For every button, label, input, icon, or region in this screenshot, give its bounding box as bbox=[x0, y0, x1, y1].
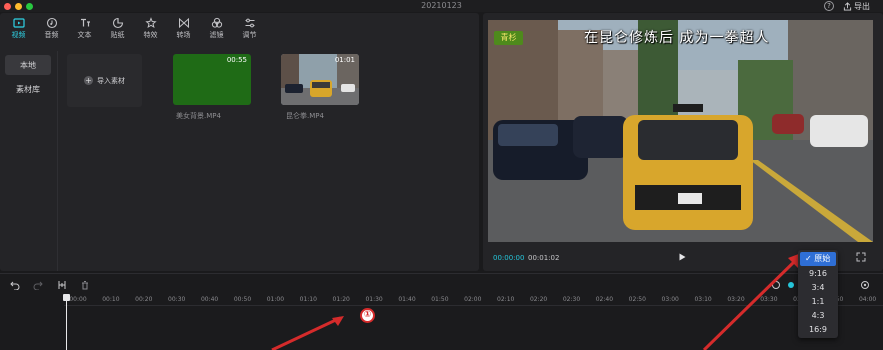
tab-label: 特效 bbox=[143, 30, 158, 39]
media-clip-street[interactable]: 01:01 bbox=[281, 54, 359, 105]
plus-icon: + bbox=[84, 76, 93, 85]
tab-effects[interactable]: 特效 bbox=[134, 13, 167, 43]
ruler-tick-label: 03:00 bbox=[661, 296, 679, 303]
playhead-handle[interactable] bbox=[63, 294, 70, 301]
annotation-number-badge: ① bbox=[360, 308, 375, 323]
ruler-tick-label: 00:30 bbox=[168, 296, 186, 303]
ruler-tick-label: 02:30 bbox=[562, 296, 581, 303]
tab-label: 调节 bbox=[242, 30, 257, 39]
split-icon[interactable] bbox=[57, 280, 67, 290]
player-panel: 青杉 在昆仑修炼后 成为一拳超人 00:00:00 00:01:02 bbox=[483, 13, 883, 271]
clip-duration: 01:01 bbox=[334, 56, 355, 64]
aspect-ratio-menu: ✓ 原始 9:16 3:4 1:1 4:3 16:9 bbox=[798, 250, 838, 338]
ratio-option-original[interactable]: ✓ 原始 bbox=[800, 252, 836, 266]
media-sidebar: 本地 素材库 bbox=[0, 51, 58, 271]
ratio-label: 原始 bbox=[814, 254, 831, 263]
ruler-tick-label: 00:00 bbox=[69, 296, 87, 303]
annotation-arrow-left bbox=[271, 316, 344, 350]
ruler-tick-label: 02:40 bbox=[595, 296, 614, 303]
ruler-tick-label: 00:10 bbox=[102, 296, 120, 303]
export-label: 导出 bbox=[854, 1, 870, 11]
export-icon bbox=[843, 1, 852, 11]
redo-icon[interactable] bbox=[33, 280, 43, 290]
delete-icon[interactable] bbox=[80, 280, 90, 290]
video-icon bbox=[12, 17, 25, 28]
street-scene bbox=[488, 20, 873, 242]
fullscreen-icon[interactable] bbox=[856, 252, 866, 262]
zoom-fit-icon[interactable] bbox=[860, 280, 870, 290]
text-icon bbox=[80, 18, 90, 26]
annotation-arrow-right bbox=[702, 252, 804, 350]
ratio-option-9-16[interactable]: 9:16 bbox=[798, 267, 838, 281]
clip-duration: 00:55 bbox=[226, 56, 247, 64]
tab-adjust[interactable]: 调节 bbox=[233, 13, 266, 43]
watermark-badge: 青杉 bbox=[494, 31, 523, 45]
sidebar-item-library[interactable]: 素材库 bbox=[5, 79, 51, 99]
undo-icon[interactable] bbox=[10, 280, 20, 290]
ruler-tick-label: 01:40 bbox=[398, 296, 416, 303]
material-toolbar: 视频 音频 文本 贴纸 特效 转场 滤镜 调节 bbox=[0, 13, 479, 43]
ruler-tick-label: 01:00 bbox=[266, 296, 285, 303]
ruler-tick-label: 01:20 bbox=[332, 296, 350, 303]
tab-label: 贴纸 bbox=[110, 30, 125, 39]
ruler-tick-label: 01:50 bbox=[431, 296, 449, 303]
ratio-option-16-9[interactable]: 16:9 bbox=[798, 323, 838, 337]
playhead[interactable] bbox=[66, 295, 67, 350]
filter-icon bbox=[211, 17, 222, 28]
ruler-tick-label: 02:50 bbox=[628, 296, 646, 303]
tab-text[interactable]: 文本 bbox=[68, 13, 101, 43]
audio-icon bbox=[46, 17, 57, 28]
video-subtitle: 在昆仑修炼后 成为一拳超人 bbox=[584, 30, 770, 46]
tab-label: 视频 bbox=[11, 30, 26, 39]
effects-icon bbox=[144, 16, 157, 28]
clip-name: 昆仑拳.MP4 bbox=[286, 112, 324, 120]
ruler-tick-label: 02:10 bbox=[497, 296, 515, 303]
tab-label: 音频 bbox=[44, 30, 59, 39]
tab-label: 文本 bbox=[77, 30, 92, 39]
export-button[interactable]: 导出 bbox=[843, 0, 870, 12]
tab-label: 滤镜 bbox=[209, 30, 224, 39]
ratio-option-3-4[interactable]: 3:4 bbox=[798, 281, 838, 295]
tab-audio[interactable]: 音频 bbox=[35, 13, 68, 43]
total-duration: 00:01:02 bbox=[528, 254, 560, 262]
ruler-tick-label: 01:30 bbox=[365, 296, 383, 303]
play-icon[interactable] bbox=[677, 252, 687, 262]
adjust-icon bbox=[245, 18, 254, 27]
tab-filter[interactable]: 滤镜 bbox=[200, 13, 233, 43]
tab-video[interactable]: 视频 bbox=[2, 13, 35, 43]
transition-icon bbox=[178, 17, 189, 28]
ratio-option-1-1[interactable]: 1:1 bbox=[798, 295, 838, 309]
sticker-icon bbox=[112, 17, 123, 28]
ruler-tick-label: 00:50 bbox=[233, 296, 252, 303]
video-preview: 青杉 在昆仑修炼后 成为一拳超人 bbox=[488, 20, 873, 242]
ruler-tick-label: 01:10 bbox=[299, 296, 317, 303]
check-icon: ✓ bbox=[805, 254, 812, 263]
current-timecode: 00:00:00 bbox=[493, 254, 525, 262]
import-media-button[interactable]: + 导入素材 bbox=[67, 54, 142, 107]
ruler-tick-label: 00:20 bbox=[135, 296, 153, 303]
ruler-tick-label: 00:40 bbox=[200, 296, 219, 303]
import-label: 导入素材 bbox=[97, 76, 125, 85]
media-panel: 视频 音频 文本 贴纸 特效 转场 滤镜 调节 本地 素材库 + 导入素材 00… bbox=[0, 13, 479, 271]
help-button[interactable]: ? bbox=[824, 1, 834, 11]
media-clip-green[interactable]: 00:55 bbox=[173, 54, 251, 105]
tab-label: 转场 bbox=[176, 30, 191, 39]
window-title: 20210123 bbox=[421, 1, 462, 10]
sidebar-item-local[interactable]: 本地 bbox=[5, 55, 51, 75]
ruler-tick-label: 04:00 bbox=[858, 296, 877, 303]
ratio-option-4-3[interactable]: 4:3 bbox=[798, 309, 838, 323]
tab-sticker[interactable]: 贴纸 bbox=[101, 13, 134, 43]
tab-transition[interactable]: 转场 bbox=[167, 13, 200, 43]
ruler-tick-label: 02:00 bbox=[464, 296, 482, 303]
ruler-tick-label: 02:20 bbox=[529, 296, 548, 303]
title-bar: 20210123 ? 导出 bbox=[0, 0, 883, 12]
clip-name: 美女背景.MP4 bbox=[176, 112, 221, 120]
